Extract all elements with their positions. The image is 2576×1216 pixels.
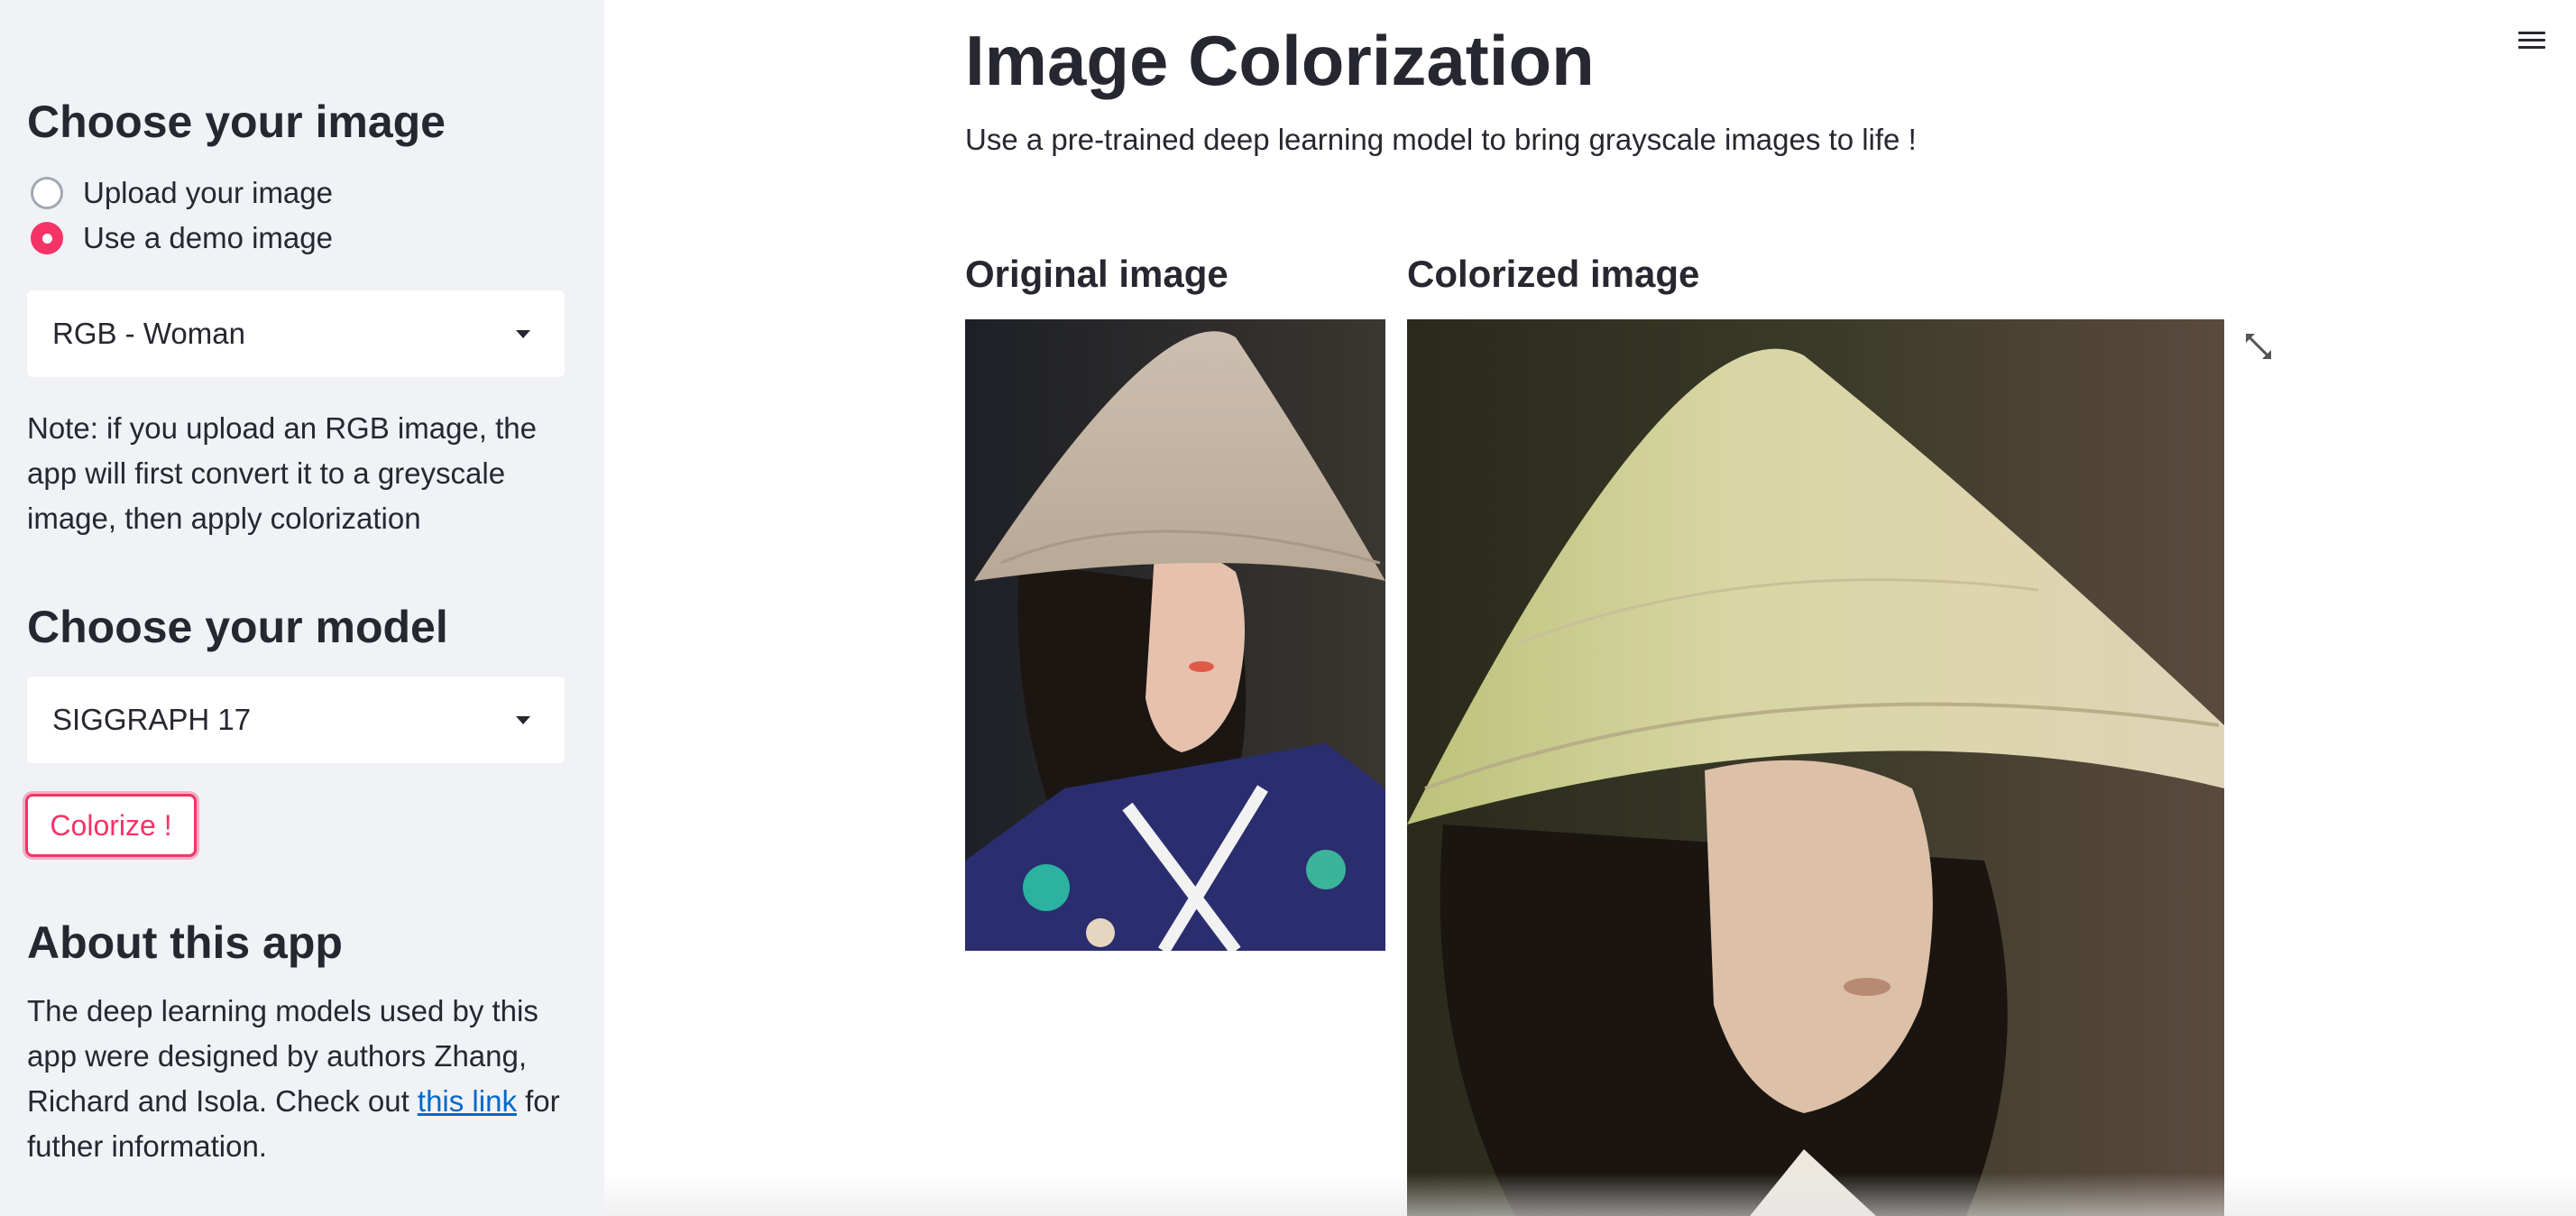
radio-label-upload: Upload your image bbox=[83, 176, 333, 209]
sidebar: Choose your image Upload your image Use … bbox=[0, 0, 604, 1216]
page-title: Image Colorization bbox=[965, 21, 1595, 100]
colorize-button[interactable]: Colorize ! bbox=[25, 794, 197, 857]
bottom-edge-fade bbox=[604, 1173, 2576, 1216]
fullscreen-expand-icon[interactable] bbox=[2242, 330, 2275, 363]
original-image-heading: Original image bbox=[965, 253, 1228, 295]
model-select[interactable]: SIGGRAPH 17 bbox=[27, 677, 565, 763]
page-subtitle: Use a pre-trained deep learning model to… bbox=[965, 123, 1917, 156]
colorized-image bbox=[1407, 319, 2224, 1216]
caret-down-icon bbox=[516, 715, 530, 724]
caret-down-icon bbox=[516, 329, 530, 338]
radio-upload-image[interactable]: Upload your image bbox=[31, 173, 333, 213]
radio-demo-image[interactable]: Use a demo image bbox=[31, 218, 333, 258]
radio-button-unchecked[interactable] bbox=[31, 177, 63, 209]
about-heading: About this app bbox=[27, 917, 343, 968]
demo-image-select-value: RGB - Woman bbox=[52, 317, 245, 350]
hamburger-menu-icon[interactable] bbox=[2518, 27, 2545, 54]
colorized-image-heading: Colorized image bbox=[1407, 253, 1700, 295]
choose-model-heading: Choose your model bbox=[27, 602, 448, 652]
about-text: The deep learning models used by this ap… bbox=[27, 989, 568, 1169]
radio-label-demo: Use a demo image bbox=[83, 221, 333, 254]
about-link[interactable]: this link bbox=[418, 1084, 517, 1118]
model-select-value: SIGGRAPH 17 bbox=[52, 703, 252, 736]
demo-image-select[interactable]: RGB - Woman bbox=[27, 290, 565, 377]
choose-image-heading: Choose your image bbox=[27, 97, 446, 147]
upload-note: Note: if you upload an RGB image, the ap… bbox=[27, 411, 537, 535]
original-image bbox=[965, 319, 1385, 951]
radio-button-checked[interactable] bbox=[31, 222, 63, 254]
